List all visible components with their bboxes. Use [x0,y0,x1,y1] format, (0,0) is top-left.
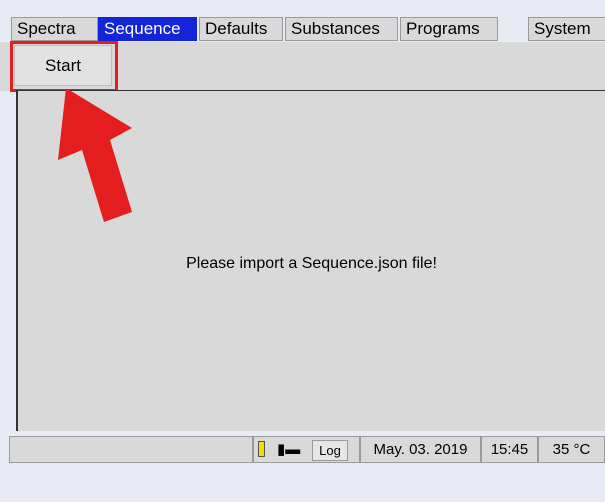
status-message-field [9,436,253,463]
start-button[interactable]: Start [14,45,112,86]
tab-spectra[interactable]: Spectra [11,17,98,41]
tab-bar: Spectra Sequence Defaults Substances Pro… [0,17,605,42]
status-bar: ▮▬ Log May. 03. 2019 15:45 35 °C [0,436,605,464]
tab-substances[interactable]: Substances [285,17,398,41]
tab-defaults[interactable]: Defaults [199,17,283,41]
tab-system[interactable]: System [528,17,605,41]
tab-sequence[interactable]: Sequence [98,17,197,41]
status-temperature: 35 °C [538,436,605,463]
status-time: 15:45 [481,436,538,463]
pointer-arrow-icon [58,90,132,222]
log-button[interactable]: Log [312,440,348,461]
import-message: Please import a Sequence.json file! [186,255,437,272]
plug-icon: ▮▬ [277,441,301,458]
app-window: Spectra Sequence Defaults Substances Pro… [0,0,605,502]
battery-icon [258,441,265,457]
tab-programs[interactable]: Programs [400,17,498,41]
status-date: May. 03. 2019 [360,436,481,463]
